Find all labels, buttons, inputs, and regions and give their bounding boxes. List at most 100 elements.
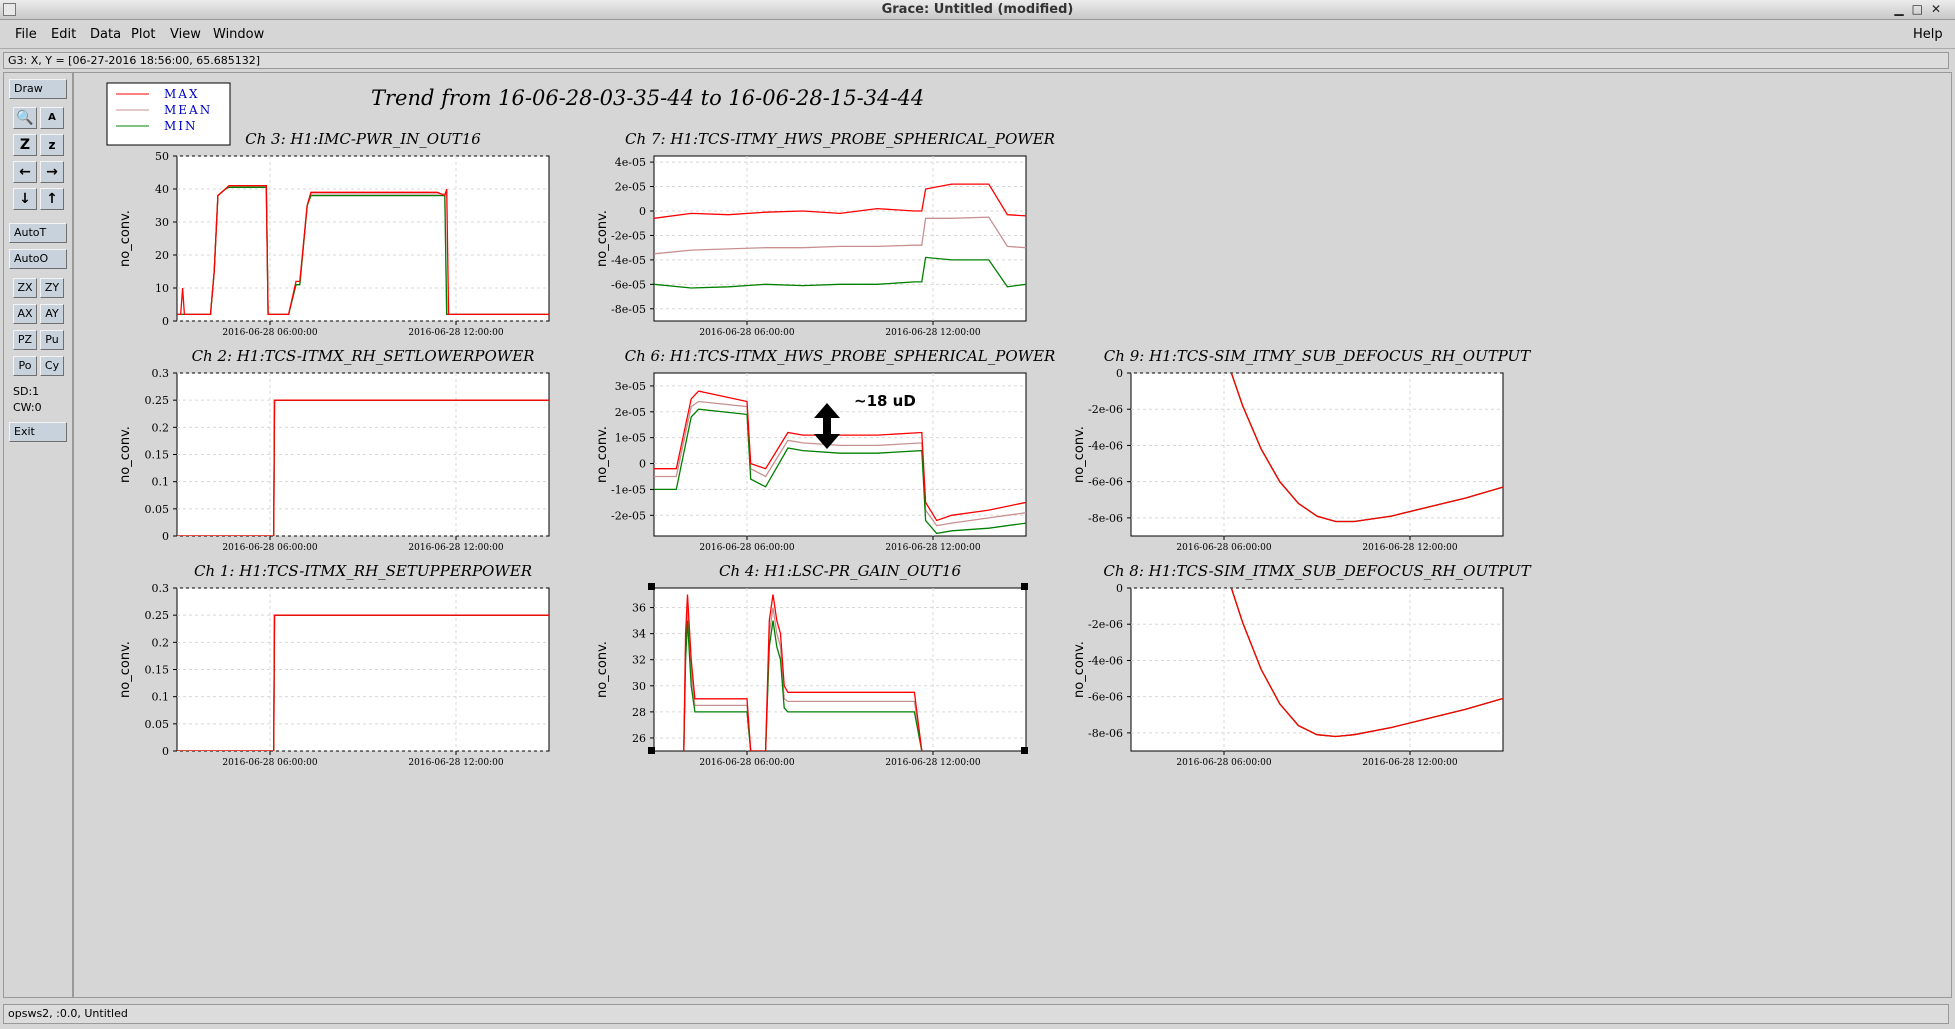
- y-tick-label: 0: [639, 458, 646, 471]
- y-axis-label: no_conv.: [595, 426, 610, 483]
- chart-panel-7[interactable]: 26 28 30 32 34 36 2016-06-28 06:00:00 2016-06-2…: [595, 562, 1027, 768]
- y-tick-label: -6e-06: [1088, 691, 1123, 704]
- x-tick-label: 2016-06-28 12:00:00: [408, 328, 503, 338]
- chart-panel-4[interactable]: -2e-05 -1e-05 0 1e-05 2e-05 3e-05 2016-06-28 0…: [595, 347, 1055, 553]
- plot-area: [653, 155, 1027, 322]
- plot-area: [653, 372, 1027, 537]
- zx-button[interactable]: ZX: [13, 278, 37, 298]
- chart-title: Ch 3: H1:IMC-PWR_IN_OUT16: [245, 130, 481, 148]
- y-axis-label: no_conv.: [595, 210, 610, 267]
- menu-help[interactable]: Help: [1913, 27, 1943, 42]
- draw-button[interactable]: Draw: [9, 79, 67, 99]
- selection-handle[interactable]: [1021, 747, 1028, 754]
- minimize-icon[interactable]: ▁: [1894, 2, 1911, 16]
- cy-button[interactable]: Cy: [40, 356, 64, 376]
- ay-button[interactable]: AY: [40, 304, 64, 324]
- chart-panel-8[interactable]: -8e-06 -6e-06 -4e-06 -2e-06 0 2016-06-28 06:0…: [1072, 562, 1532, 768]
- pz-button[interactable]: PZ: [13, 330, 37, 350]
- chart-title: Ch 8: H1:TCS-SIM_ITMX_SUB_DEFOCUS_RH_OUT…: [1103, 562, 1531, 580]
- y-tick-label: -8e-06: [1088, 727, 1123, 740]
- chart-panel-5[interactable]: -8e-06 -6e-06 -4e-06 -2e-06 0 2016-06-28 06:0…: [1072, 347, 1531, 553]
- y-tick-label: 1e-05: [615, 432, 646, 445]
- y-tick-label: -4e-06: [1088, 654, 1123, 667]
- legend-label-mean: MEAN: [164, 103, 212, 117]
- y-tick-label: -8e-05: [611, 303, 646, 316]
- window-controls: ▁□✕: [1894, 2, 1949, 16]
- y-axis-label: no_conv.: [1072, 641, 1087, 698]
- plot-area: [653, 587, 1027, 752]
- chart-panel-3[interactable]: 0 0.05 0.1 0.15 0.2 0.25 0.3 2016-06-28 06:00:0…: [118, 347, 550, 553]
- x-tick-label: 2016-06-28 12:00:00: [408, 543, 503, 553]
- y-tick-label: 30: [155, 216, 169, 229]
- pu-button[interactable]: Pu: [40, 330, 64, 350]
- y-tick-label: -6e-05: [611, 278, 646, 291]
- y-tick-label: 10: [155, 282, 169, 295]
- y-tick-label: 0.3: [152, 582, 170, 595]
- chart-panel-2[interactable]: -8e-05 -6e-05 -4e-05 -2e-05 0 2e-05 4e-05 2016-…: [595, 130, 1055, 338]
- x-tick-label: 2016-06-28 12:00:00: [1362, 758, 1457, 768]
- y-tick-label: 28: [632, 706, 646, 719]
- sd-status: SD:1: [13, 385, 40, 398]
- autot-button[interactable]: AutoT: [9, 223, 67, 243]
- chart-title: Ch 1: H1:TCS-ITMX_RH_SETUPPERPOWER: [194, 562, 532, 580]
- y-tick-label: 30: [632, 680, 646, 693]
- x-tick-label: 2016-06-28 12:00:00: [408, 758, 503, 768]
- selection-handle[interactable]: [648, 583, 655, 590]
- arrow-down-icon[interactable]: ↓: [13, 188, 37, 210]
- y-tick-label: 0.2: [152, 636, 170, 649]
- plot-svg: MAX MEAN MIN Trend from 16-06-28-03-35-4…: [106, 82, 1532, 768]
- y-tick-label: 0.1: [152, 691, 170, 704]
- zoom-out-icon[interactable]: z: [40, 134, 64, 156]
- y-tick-label: 0: [1116, 367, 1123, 380]
- zy-button[interactable]: ZY: [40, 278, 64, 298]
- selection-handle[interactable]: [648, 747, 655, 754]
- x-tick-label: 2016-06-28 06:00:00: [222, 328, 317, 338]
- y-axis-label: no_conv.: [118, 426, 133, 483]
- menu-edit[interactable]: Edit: [51, 27, 76, 42]
- x-tick-label: 2016-06-28 06:00:00: [699, 328, 794, 338]
- x-tick-label: 2016-06-28 12:00:00: [885, 543, 980, 553]
- main-title: Trend from 16-06-28-03-35-44 to 16-06-28…: [371, 86, 924, 110]
- y-tick-label: -6e-06: [1088, 476, 1123, 489]
- text-tool-icon[interactable]: A: [40, 107, 64, 129]
- po-button[interactable]: Po: [13, 356, 37, 376]
- y-tick-label: -2e-06: [1088, 403, 1123, 416]
- y-tick-label: -8e-06: [1088, 512, 1123, 525]
- menu-window[interactable]: Window: [213, 27, 264, 42]
- menu-view[interactable]: View: [170, 27, 201, 42]
- menu-data[interactable]: Data: [90, 27, 121, 42]
- status-bar: opsws2, :0.0, Untitled: [3, 1004, 1949, 1024]
- y-tick-label: 0.1: [152, 476, 170, 489]
- x-tick-label: 2016-06-28 06:00:00: [699, 758, 794, 768]
- y-tick-label: -2e-05: [611, 509, 646, 522]
- zoom-icon[interactable]: 🔍: [13, 107, 37, 129]
- menu-file[interactable]: File: [15, 27, 37, 42]
- y-tick-label: 0.25: [145, 394, 170, 407]
- plot-area: [1130, 587, 1504, 752]
- window-title: Grace: Untitled (modified): [881, 2, 1074, 17]
- zoom-in-icon[interactable]: Z: [13, 134, 37, 156]
- arrow-right-icon[interactable]: →: [40, 161, 64, 183]
- ax-button[interactable]: AX: [13, 304, 37, 324]
- arrow-left-icon[interactable]: ←: [13, 161, 37, 183]
- y-tick-label: 0.2: [152, 421, 170, 434]
- exit-button[interactable]: Exit: [9, 422, 67, 442]
- y-tick-label: 0: [639, 205, 646, 218]
- plot-canvas[interactable]: MAX MEAN MIN Trend from 16-06-28-03-35-4…: [73, 72, 1952, 998]
- autoo-button[interactable]: AutoO: [9, 249, 67, 269]
- y-tick-label: -4e-05: [611, 254, 646, 267]
- y-axis-label: no_conv.: [1072, 426, 1087, 483]
- close-icon[interactable]: ✕: [1931, 2, 1949, 16]
- y-axis-label: no_conv.: [118, 210, 133, 267]
- menu-plot[interactable]: Plot: [131, 27, 156, 42]
- x-tick-label: 2016-06-28 06:00:00: [699, 543, 794, 553]
- selection-handle[interactable]: [1021, 583, 1028, 590]
- maximize-icon[interactable]: □: [1912, 2, 1931, 16]
- arrow-up-icon[interactable]: ↑: [40, 188, 64, 210]
- chart-panel-6[interactable]: 0 0.05 0.1 0.15 0.2 0.25 0.3 2016-06-28 06:00:0…: [118, 562, 550, 768]
- y-tick-label: 3e-05: [615, 380, 646, 393]
- y-tick-label: 0: [162, 530, 169, 543]
- chart-panel-1[interactable]: 0 10 20 30 40 50 2016-06-28 06:00:00 2016-06-28…: [118, 130, 550, 338]
- y-tick-label: -2e-06: [1088, 618, 1123, 631]
- y-tick-label: -2e-05: [611, 229, 646, 242]
